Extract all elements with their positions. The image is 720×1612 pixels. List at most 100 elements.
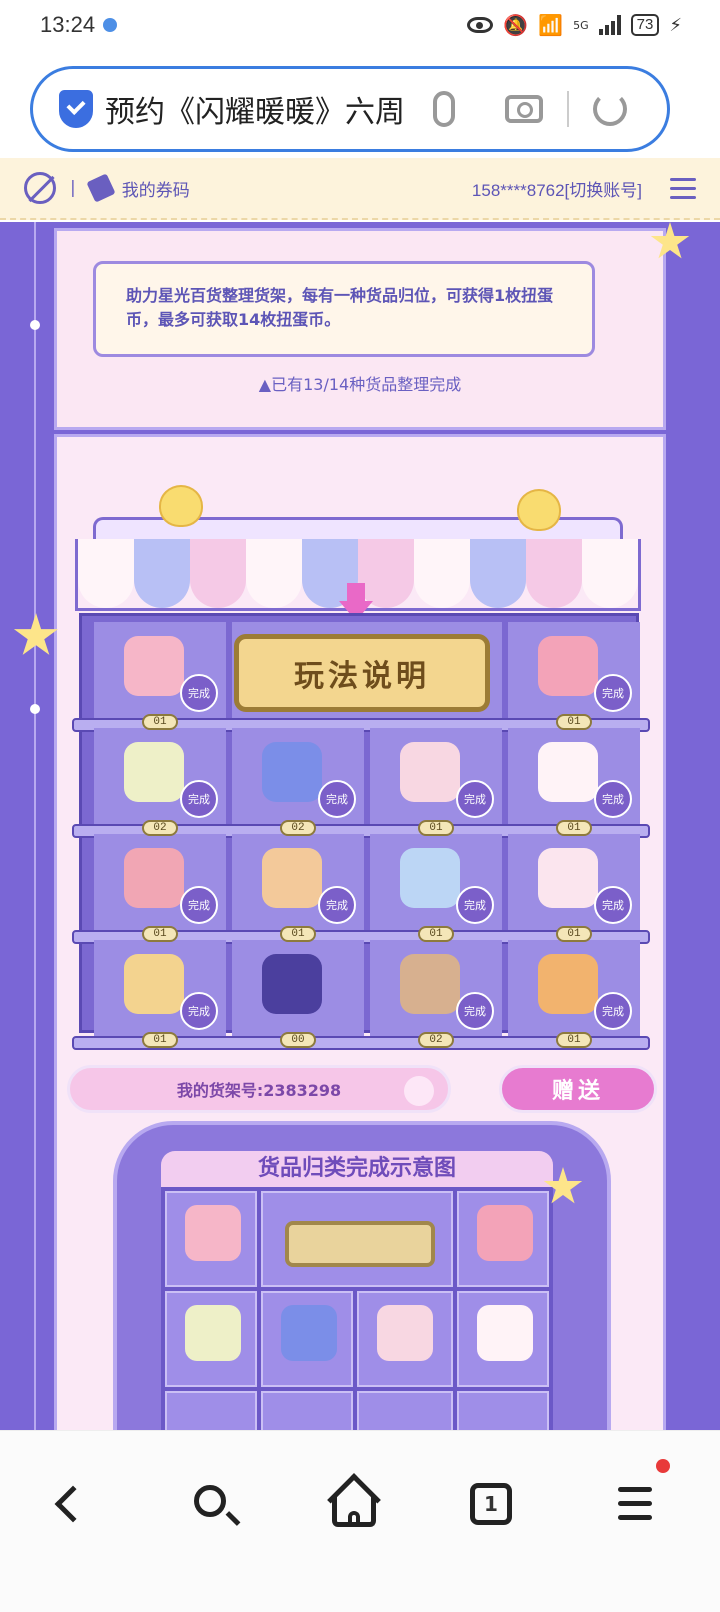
progress-label: 已有13/14种货品整理完成 xyxy=(271,375,462,394)
music-off-icon[interactable] xyxy=(24,172,56,204)
item-count: 01 xyxy=(280,926,316,942)
item-count: 01 xyxy=(142,926,178,942)
done-badge: 完成 xyxy=(180,780,218,818)
shelf-slot-cake[interactable]: 完成 02 xyxy=(370,940,502,1048)
status-icons: 🔕 📶 5G 73 ⚡ xyxy=(467,13,682,37)
mute-icon: 🔕 xyxy=(503,13,529,37)
home-icon-door xyxy=(348,1511,360,1527)
wifi-icon: 📶 xyxy=(538,13,564,37)
cat-hat-icon xyxy=(124,848,184,908)
microphone-icon[interactable] xyxy=(433,91,455,127)
shelf-number[interactable]: 我的货架号:2383298 xyxy=(67,1065,451,1113)
example-cell xyxy=(457,1391,549,1430)
shelf-slot-camera[interactable]: 完成 01 xyxy=(508,940,640,1048)
flower-basket-icon xyxy=(185,1305,241,1361)
search-query[interactable]: 预约《闪耀暖暖》六周 xyxy=(105,87,405,131)
give-button[interactable]: 赠送 xyxy=(499,1065,657,1113)
shell-ring-icon xyxy=(400,742,460,802)
item-count: 01 xyxy=(418,926,454,942)
shelf-slot-photo-album[interactable]: 完成 01 xyxy=(508,622,640,730)
give-label: 赠送 xyxy=(551,1079,604,1104)
done-badge: 完成 xyxy=(318,780,356,818)
signal-icon xyxy=(598,15,621,35)
search-button[interactable] xyxy=(184,1477,244,1537)
clock: 13:24 xyxy=(40,12,96,37)
address-bar[interactable]: 预约《闪耀暖暖》六周 xyxy=(30,66,670,152)
menu-icon[interactable] xyxy=(670,177,696,199)
camera-icon[interactable] xyxy=(505,95,543,123)
item-count: 00 xyxy=(280,1032,316,1048)
site-header: | 我的券码 158****8762[切换账号] xyxy=(0,158,720,220)
example-cell xyxy=(261,1391,353,1430)
cake-icon xyxy=(400,954,460,1014)
perfume-icon xyxy=(281,1305,337,1361)
notification-badge xyxy=(656,1459,670,1473)
home-button[interactable] xyxy=(324,1473,384,1537)
done-badge: 完成 xyxy=(318,886,356,924)
guide-button[interactable]: 玩法说明 xyxy=(234,634,490,712)
shelf-slot-shell-ring[interactable]: 完成 01 xyxy=(370,728,502,836)
item-count: 02 xyxy=(142,820,178,836)
item-count: 01 xyxy=(142,1032,178,1048)
shelf-slot-bunny-cup[interactable]: 完成 01 xyxy=(508,728,640,836)
moon-pillow-icon xyxy=(124,954,184,1014)
battery-level: 73 xyxy=(630,14,660,36)
divider xyxy=(567,91,569,127)
account-switch[interactable]: 158****8762[切换账号] xyxy=(472,176,642,201)
tabs-button[interactable]: 1 xyxy=(462,1477,522,1537)
example-cell xyxy=(261,1291,353,1387)
item-count: 01 xyxy=(556,1032,592,1048)
progress-text: ▲已有13/14种货品整理完成 xyxy=(258,375,462,394)
item-count: 01 xyxy=(142,714,178,730)
decor-dot xyxy=(30,704,40,714)
example-cell xyxy=(261,1191,453,1287)
shelf-slot-backpack[interactable]: 完成 01 xyxy=(94,622,226,730)
done-badge: 完成 xyxy=(456,780,494,818)
example-cell xyxy=(165,1391,257,1430)
eye-icon xyxy=(467,17,494,33)
item-count: 01 xyxy=(556,714,592,730)
shell-ring-icon xyxy=(377,1305,433,1361)
my-coupon-link[interactable]: 我的券码 xyxy=(122,176,190,201)
flower-basket-icon xyxy=(124,742,184,802)
search-icon xyxy=(194,1485,226,1517)
tabs-icon: 1 xyxy=(470,1483,512,1525)
shelf-slot-moon-pillow[interactable]: 完成 01 xyxy=(94,940,226,1048)
decor-rail xyxy=(34,222,36,1430)
photo-album-icon xyxy=(538,636,598,696)
done-badge: 完成 xyxy=(180,886,218,924)
done-badge: 完成 xyxy=(594,674,632,712)
menu-button[interactable] xyxy=(604,1477,664,1537)
shelf-slot-perfume[interactable]: 完成 02 xyxy=(232,728,364,836)
example-cell xyxy=(357,1391,453,1430)
example-card: 货品归类完成示意图 xyxy=(113,1121,611,1430)
shelf-slot-suitcase[interactable]: 完成 01 xyxy=(232,834,364,942)
example-cell xyxy=(457,1191,549,1287)
shelf-slot-flower-basket[interactable]: 完成 02 xyxy=(94,728,226,836)
shelf-slot-milk-box[interactable]: 完成 01 xyxy=(508,834,640,942)
milk-box-icon xyxy=(538,848,598,908)
shelf-slot-cat-hat[interactable]: 完成 01 xyxy=(94,834,226,942)
example-cell xyxy=(357,1291,453,1387)
perfume-icon xyxy=(262,742,322,802)
done-badge: 完成 xyxy=(594,886,632,924)
shelf-slot-nikki-box[interactable]: 00 xyxy=(232,940,364,1048)
ticket-icon xyxy=(86,173,116,203)
backpack-icon xyxy=(185,1205,241,1261)
back-icon xyxy=(54,1485,92,1523)
back-button[interactable] xyxy=(40,1477,100,1537)
name-plate xyxy=(285,1221,435,1267)
photo-album-icon xyxy=(477,1205,533,1261)
menu-icon xyxy=(618,1487,652,1520)
star-icon xyxy=(13,613,59,655)
shield-icon xyxy=(59,90,93,128)
decor-dot xyxy=(30,320,40,330)
example-cell xyxy=(165,1191,257,1287)
copy-icon[interactable] xyxy=(404,1076,434,1106)
shelf-panel: 玩法说明 完成 01 完成 01 完成 02 完成 02 完成 01 完成 01 完成 01 完成 01 完成 0… xyxy=(13,434,666,1430)
bottom-nav: 1 xyxy=(0,1430,720,1612)
reload-icon[interactable] xyxy=(593,92,627,126)
cat-icon xyxy=(159,485,203,527)
shelf-slot-crystal-ball[interactable]: 完成 01 xyxy=(370,834,502,942)
cat-icon xyxy=(517,489,561,531)
